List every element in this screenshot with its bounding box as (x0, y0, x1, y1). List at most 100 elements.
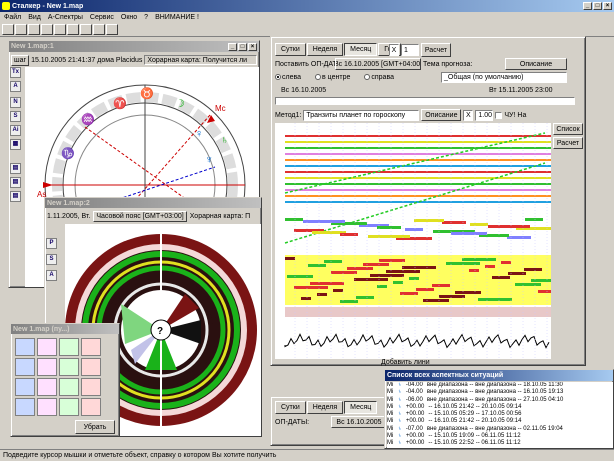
tab-1[interactable]: Неделя (306, 401, 344, 414)
tx-icon[interactable]: Tx (10, 67, 21, 78)
palette-icon[interactable] (37, 338, 57, 356)
palette-icon[interactable] (59, 338, 79, 356)
na-label: На (517, 111, 527, 119)
map1-date: 15.10.2005 21:41:37 (31, 56, 96, 64)
transit-segment (340, 233, 358, 236)
forecast2-date-button[interactable]: Вс 16.10.2005 (331, 416, 387, 428)
maximize-icon[interactable]: □ (238, 42, 247, 51)
palette-icon[interactable] (37, 398, 57, 416)
forecast-window[interactable]: СуткиНеделяМесяцГод X 1 Расчет Поставить… (270, 36, 586, 366)
globe-icon[interactable] (67, 24, 79, 35)
palette-icon[interactable] (59, 378, 79, 396)
menu-item[interactable]: А-Спектры (48, 14, 83, 21)
menu-item[interactable]: Сервис (90, 14, 114, 21)
minimize-icon[interactable]: _ (228, 42, 237, 51)
radio-2[interactable]: справа (364, 74, 394, 81)
tab-2[interactable]: Месяц (344, 401, 378, 414)
close-icon[interactable]: × (248, 42, 257, 51)
aspect-row[interactable]: Mi ♄ +00.00 -- 15.10.05 22:52 -- 06.11.05 1… (387, 440, 613, 447)
tab-2[interactable]: Месяц (344, 43, 378, 56)
palette-icon[interactable] (81, 378, 101, 396)
aspect-row[interactable]: Mi ♄ +00.00 -- 15.10.05 05:29 -- 17.10.05 0… (387, 411, 613, 418)
table3-icon[interactable]: ▤ (10, 191, 21, 202)
list-button[interactable]: Список (553, 123, 583, 135)
menu-item[interactable]: Окно (121, 14, 137, 21)
n-icon[interactable]: N (10, 97, 21, 108)
step-button[interactable]: шаг (11, 54, 30, 66)
aspects-window[interactable]: Список всех аспектных ситуаций Mi ♄ -04.00… (384, 369, 614, 449)
grid-icon[interactable]: ▦ (10, 139, 21, 150)
table2-icon[interactable]: ▤ (10, 177, 21, 188)
chart-icon[interactable] (93, 24, 105, 35)
calc2-button[interactable]: Расчет (553, 137, 583, 149)
chu-checkbox[interactable] (495, 111, 503, 119)
menu-item[interactable]: ? (144, 14, 148, 21)
tab-0[interactable]: Сутки (275, 43, 306, 56)
a-icon[interactable]: A (10, 81, 21, 92)
palette-icon[interactable] (37, 378, 57, 396)
menu-item[interactable]: Файл (4, 14, 21, 21)
density-segment (524, 268, 542, 271)
density-segment (508, 272, 526, 275)
palette-icon[interactable] (15, 358, 35, 376)
radio-0[interactable]: слева (275, 74, 301, 81)
radio-1[interactable]: в центре (315, 74, 350, 81)
description-button[interactable]: Описание (505, 58, 567, 70)
method-description-button[interactable]: Описание (421, 109, 462, 121)
minimize-icon[interactable]: _ (583, 2, 592, 10)
table-icon[interactable]: ▤ (10, 163, 21, 174)
method-select[interactable]: Транзиты планет по гороскопу (303, 109, 420, 121)
palette-icon[interactable] (59, 358, 79, 376)
tab-1[interactable]: Неделя (306, 43, 344, 56)
s-icon[interactable]: S (46, 254, 57, 265)
calc-button[interactable]: Расчет (421, 43, 451, 57)
help-icon[interactable] (106, 24, 118, 35)
aspect-row[interactable]: Mi ♄ -06.00 вне диапазона -- вне диапазона … (387, 397, 613, 404)
p-icon[interactable]: P (46, 238, 57, 249)
s-icon[interactable]: S (10, 111, 21, 122)
close-icon[interactable]: × (603, 2, 612, 10)
density-segment (317, 293, 327, 296)
save-icon[interactable] (28, 24, 40, 35)
aspect-row[interactable]: Mi ♄ -07.00 вне диапазона -- вне диапазона … (387, 426, 613, 433)
new-icon[interactable] (2, 24, 14, 35)
a-icon[interactable]: A (46, 270, 57, 281)
aspect-row[interactable]: Mi ♄ -04.00 вне диапазона -- вне диапазона … (387, 382, 613, 389)
palette-icon[interactable] (15, 378, 35, 396)
tx-icon[interactable] (80, 24, 92, 35)
tab-0[interactable]: Сутки (275, 401, 306, 414)
maximize-icon[interactable]: □ (593, 2, 602, 10)
palette-window[interactable]: New 1.map (пу...) Убрать (10, 323, 120, 437)
transit-chart[interactable] (275, 123, 551, 359)
menu-item[interactable]: Вид (28, 14, 41, 21)
period-multiplier[interactable]: 1 (401, 44, 419, 56)
date-button[interactable]: Вс 16.10.2005 [GMT+04:00] (335, 58, 421, 70)
time-ruler[interactable] (275, 97, 575, 105)
palette-icon[interactable] (37, 358, 57, 376)
print-icon[interactable] (41, 24, 53, 35)
aspect-value: -04.00 (405, 382, 423, 388)
palette-icon[interactable] (81, 358, 101, 376)
timezone-button[interactable]: Часовой пояс [GMT+03:00] (93, 210, 187, 222)
menu-item[interactable]: ВНИМАНИЕ ! (155, 14, 199, 21)
palette-icon[interactable] (59, 398, 79, 416)
theme-select[interactable]: _Общая (по умолчанию) (441, 72, 567, 83)
palette-icon[interactable] (81, 338, 101, 356)
palette-icon[interactable] (81, 398, 101, 416)
open-icon[interactable] (15, 24, 27, 35)
ai-icon[interactable]: Ai (10, 125, 21, 136)
scale-input[interactable]: 1.00 (475, 109, 494, 121)
aspect-row[interactable]: Mi ♄ +00.00 -- 15.10.05 19:09 -- 06.11.05 1… (387, 433, 613, 440)
aspect-row[interactable]: Mi ♄ +00.00 -- 16.10.05 21:42 -- 20.10.05 0… (387, 418, 613, 425)
chu-label: ЧУ! (504, 111, 516, 119)
forecast2-window[interactable]: Сутки Неделя Месяц ОП-ДАТЫ: Вс 16.10.2005 (270, 396, 390, 446)
aspect-row[interactable]: Mi ♄ -04.00 вне диапазона -- вне диапазона … (387, 389, 613, 396)
palette-icon[interactable] (15, 338, 35, 356)
remove-button[interactable]: Убрать (75, 420, 115, 434)
theme-label: Тема прогноза: (423, 61, 473, 68)
cut-icon[interactable] (54, 24, 66, 35)
palette-icon[interactable] (15, 398, 35, 416)
transit-segment (442, 221, 466, 224)
density-segment (432, 284, 450, 287)
aspect-row[interactable]: Mi ♄ +00.00 -- 16.10.05 21:42 -- 20.10.05 0… (387, 404, 613, 411)
